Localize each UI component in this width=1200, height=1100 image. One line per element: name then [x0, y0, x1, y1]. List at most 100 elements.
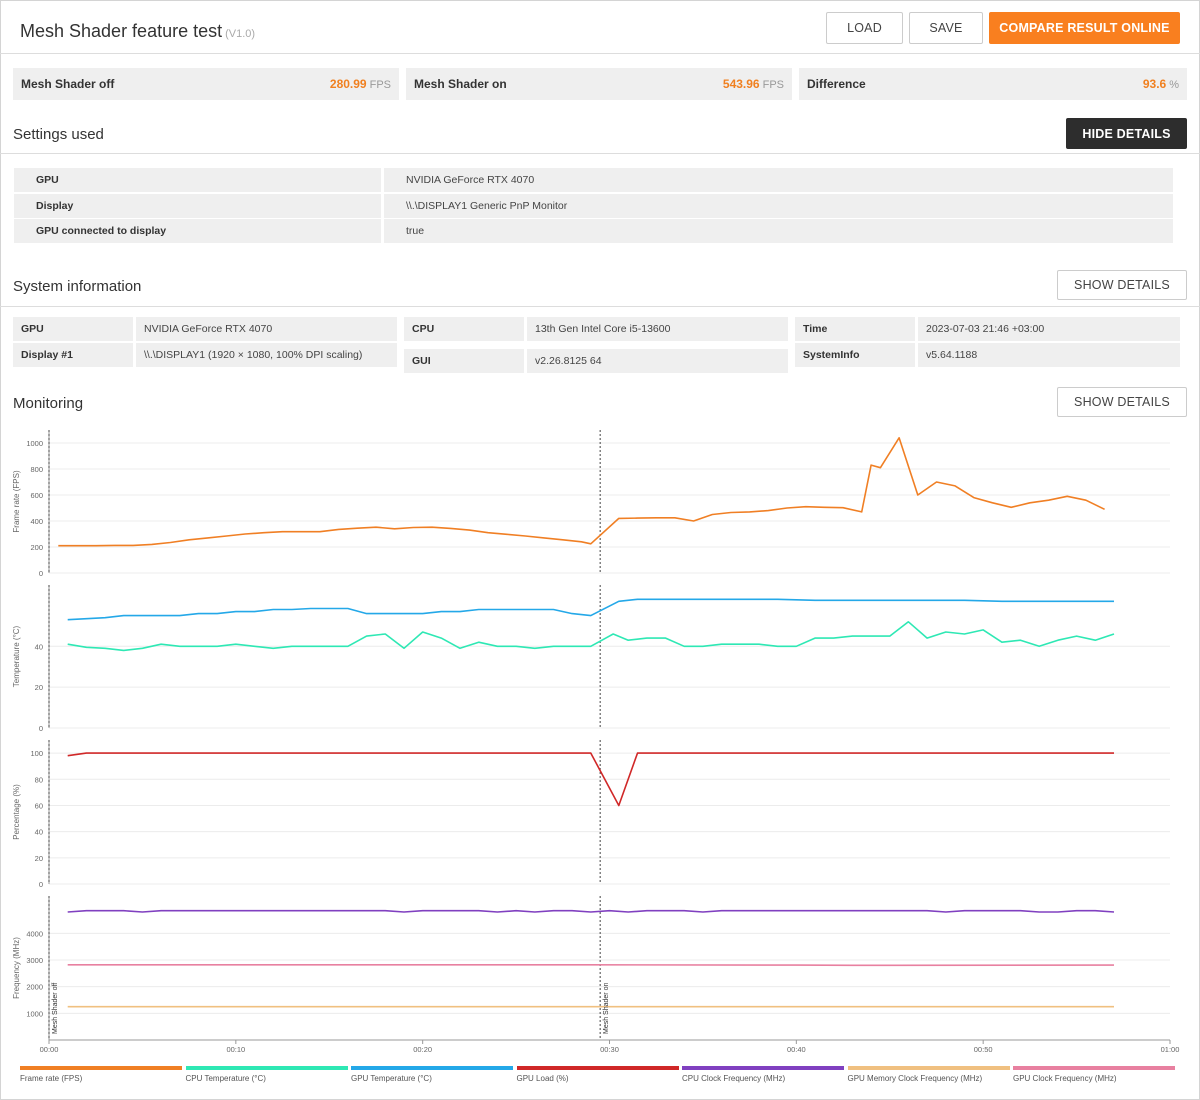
score-unit: %: [1169, 79, 1179, 91]
row-value: true: [384, 219, 1173, 243]
y-tick-label: 40: [35, 642, 43, 651]
page-title: Mesh Shader feature test (V1.0): [20, 21, 255, 42]
marker-label: Mesh Shader on: [603, 983, 610, 1034]
legend-swatch: [1013, 1066, 1175, 1070]
legend-item[interactable]: GPU Memory Clock Frequency (MHz): [847, 1066, 1010, 1086]
score-unit: FPS: [369, 79, 391, 91]
legend-item[interactable]: CPU Clock Frequency (MHz): [682, 1066, 844, 1086]
legend-item[interactable]: Frame rate (FPS): [20, 1066, 182, 1086]
y-axis-label: Frequency (MHz): [12, 937, 21, 999]
y-axis-label: Percentage (%): [12, 784, 21, 840]
row-key: GUI: [404, 349, 524, 373]
row-value: NVIDIA GeForce RTX 4070: [136, 317, 397, 341]
x-tick-label: 00:10: [226, 1045, 245, 1054]
row-value: 13th Gen Intel Core i5-13600: [527, 317, 788, 341]
legend-item[interactable]: CPU Temperature (°C): [185, 1066, 348, 1086]
y-tick-label: 20: [35, 683, 43, 692]
legend-swatch: [682, 1066, 844, 1070]
marker-label: Mesh Shader off: [52, 983, 59, 1034]
row-key: Time: [795, 317, 915, 341]
y-tick-label: 2000: [26, 983, 43, 992]
y-tick-label: 20: [35, 854, 43, 863]
y-tick-label: 80: [35, 775, 43, 784]
y-tick-label: 60: [35, 801, 43, 810]
legend-swatch: [185, 1066, 348, 1070]
legend-label: CPU Clock Frequency (MHz): [682, 1074, 786, 1083]
legend-label: GPU Memory Clock Frequency (MHz): [847, 1074, 983, 1083]
row-key: Display #1: [13, 343, 133, 367]
version-label: (V1.0): [225, 28, 256, 40]
row-key: Display: [14, 194, 381, 218]
y-tick-label: 0: [39, 569, 43, 578]
legend-swatch: [847, 1066, 1010, 1070]
legend-label: GPU Load (%): [516, 1074, 569, 1083]
row-value: v2.26.8125 64: [527, 349, 788, 373]
legend-label: CPU Temperature (°C): [185, 1074, 266, 1083]
legend-swatch: [516, 1066, 679, 1070]
sys-row: SystemInfo v5.64.1188: [795, 343, 1180, 367]
score-value: 93.6: [1142, 77, 1167, 91]
score-label: Difference: [807, 77, 866, 91]
legend-swatch: [351, 1066, 513, 1070]
y-tick-label: 1000: [26, 1009, 43, 1018]
title-text: Mesh Shader feature test: [20, 21, 223, 41]
y-tick-label: 400: [30, 517, 43, 526]
row-key: GPU: [14, 168, 381, 192]
legend-label: Frame rate (FPS): [20, 1074, 83, 1083]
legend-item[interactable]: GPU Load (%): [516, 1066, 679, 1086]
y-tick-label: 600: [30, 491, 43, 500]
y-tick-label: 200: [30, 543, 43, 552]
settings-row-display: Display \\.\DISPLAY1 Generic PnP Monitor: [14, 194, 1173, 218]
sys-row: GPU NVIDIA GeForce RTX 4070: [13, 317, 397, 341]
monitoring-chart: 02004006008001000Frame rate (FPS)02040Te…: [12, 430, 1179, 1054]
x-tick-label: 00:50: [974, 1045, 993, 1054]
row-value: \\.\DISPLAY1 Generic PnP Monitor: [384, 194, 1173, 218]
y-axis-label: Frame rate (FPS): [12, 470, 21, 533]
score-difference: Difference 93.6%: [799, 68, 1187, 100]
legend-item[interactable]: GPU Clock Frequency (MHz): [1013, 1066, 1175, 1086]
score-mesh-on: Mesh Shader on 543.96 FPS: [406, 68, 792, 100]
hide-details-button[interactable]: HIDE DETAILS: [1066, 118, 1187, 149]
divider: [0, 306, 1200, 307]
x-tick-label: 00:30: [600, 1045, 619, 1054]
y-tick-label: 1000: [26, 439, 43, 448]
sys-row: CPU 13th Gen Intel Core i5-13600: [404, 317, 788, 341]
system-show-details-button[interactable]: SHOW DETAILS: [1057, 270, 1187, 300]
monitoring-title: Monitoring: [13, 395, 84, 412]
monitoring-show-details-button[interactable]: SHOW DETAILS: [1057, 387, 1187, 417]
score-mesh-off: Mesh Shader off 280.99 FPS: [13, 68, 399, 100]
row-key: GPU connected to display: [14, 219, 381, 243]
x-tick-label: 00:20: [413, 1045, 432, 1054]
series-line: [67, 909, 1115, 913]
row-value: NVIDIA GeForce RTX 4070: [384, 168, 1173, 192]
load-button[interactable]: LOAD: [826, 12, 903, 44]
y-tick-label: 4000: [26, 929, 43, 938]
row-value: 2023-07-03 21:46 +03:00: [918, 317, 1180, 341]
settings-row-gpu-connected: GPU connected to display true: [14, 219, 1173, 243]
score-label: Mesh Shader on: [414, 77, 507, 91]
legend-item[interactable]: GPU Temperature (°C): [351, 1066, 513, 1086]
series-line: [58, 437, 1105, 547]
score-unit: FPS: [762, 79, 784, 91]
row-key: GPU: [13, 317, 133, 341]
y-axis-label: Temperature (°C): [12, 625, 21, 687]
legend-label: GPU Clock Frequency (MHz): [1013, 1074, 1117, 1083]
score-value: 543.96: [722, 77, 760, 91]
y-tick-label: 100: [30, 749, 43, 758]
header: Mesh Shader feature test (V1.0) LOAD SAVE…: [0, 0, 1200, 54]
sys-row: GUI v2.26.8125 64: [404, 349, 788, 373]
y-tick-label: 40: [35, 828, 43, 837]
save-button[interactable]: SAVE: [909, 12, 983, 44]
compare-result-online-button[interactable]: COMPARE RESULT ONLINE: [989, 12, 1180, 44]
settings-title: Settings used: [13, 126, 104, 143]
x-tick-label: 00:40: [787, 1045, 806, 1054]
row-key: CPU: [404, 317, 524, 341]
system-information-title: System information: [13, 278, 142, 295]
y-tick-label: 800: [30, 465, 43, 474]
legend-label: GPU Temperature (°C): [351, 1074, 432, 1083]
sys-row: Display #1 \\.\DISPLAY1 (1920 × 1080, 10…: [13, 343, 397, 367]
score-value: 280.99: [329, 77, 367, 91]
divider: [0, 153, 1200, 154]
sys-row: Time 2023-07-03 21:46 +03:00: [795, 317, 1180, 341]
row-value: v5.64.1188: [918, 343, 1180, 367]
